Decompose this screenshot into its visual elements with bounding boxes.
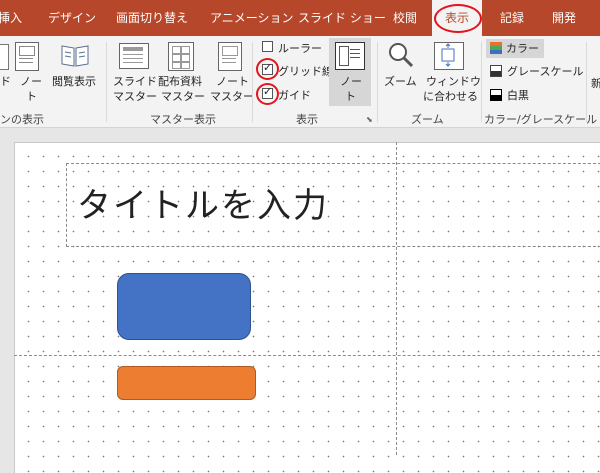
ribbon-separator — [586, 42, 587, 122]
tab-view[interactable]: 表示 — [432, 0, 482, 36]
ribbon-separator — [106, 42, 107, 122]
fit-window-label: ウィンドウ — [426, 75, 481, 88]
notes-master-label-2: マスター — [210, 90, 254, 103]
color-button[interactable]: カラー — [486, 39, 544, 58]
notes-button-label: ノー — [340, 75, 362, 88]
fit-window-icon[interactable] — [434, 42, 464, 70]
ribbon-tab-bar: 挿入 デザイン 画面切り替え アニメーション スライド ショー 校閲 表示 記録… — [0, 0, 600, 36]
grayscale-label: グレースケール — [507, 65, 584, 78]
reading-view-label: 閲覧表示 — [52, 75, 96, 88]
grayscale-swatch-icon — [490, 65, 502, 77]
slide-master-label: スライド — [113, 75, 157, 88]
normal-view-icon[interactable] — [0, 44, 9, 70]
tab-record[interactable]: 記録 — [500, 0, 524, 36]
notes-page-label: ノー — [20, 75, 42, 88]
handout-master-label-2: マスター — [161, 90, 205, 103]
dialog-launcher-icon[interactable]: ⬊ — [366, 115, 373, 124]
handout-master-icon[interactable] — [168, 42, 194, 71]
group-label-presentation-views: ンの表示 — [0, 113, 44, 126]
grayscale-button[interactable]: グレースケール — [486, 62, 586, 82]
gridlines-label: グリッド線 — [278, 65, 333, 78]
partial-new-window-label: 新 — [591, 77, 600, 90]
zoom-label: ズーム — [384, 75, 417, 88]
handout-master-label: 配布資料 — [158, 75, 202, 88]
black-white-button[interactable]: 白黒 — [486, 86, 546, 106]
color-swatch-icon — [490, 42, 502, 54]
notes-page-icon[interactable] — [15, 42, 39, 71]
group-label-color: カラー/グレースケール — [484, 113, 598, 126]
notes-toggle-button[interactable]: ノー ト — [329, 38, 371, 106]
title-placeholder[interactable]: タイトルを入力 — [66, 163, 600, 247]
gridlines-checkbox[interactable] — [262, 61, 273, 75]
ribbon-separator — [377, 42, 378, 122]
fit-window-label-2: に合わせる — [423, 90, 478, 103]
guides-checkbox[interactable] — [262, 85, 273, 99]
black-white-swatch-icon — [490, 89, 502, 101]
guides-label: ガイド — [278, 89, 311, 102]
notes-page-label-2: ト — [26, 90, 37, 103]
orange-rounded-rectangle[interactable] — [117, 366, 256, 400]
ruler-label: ルーラー — [278, 42, 322, 55]
title-placeholder-text: タイトルを入力 — [77, 186, 329, 226]
ruler-checkbox[interactable] — [262, 41, 273, 52]
group-label-master-views: マスター表示 — [150, 113, 216, 126]
zoom-icon[interactable] — [386, 40, 416, 70]
tab-design[interactable]: デザイン — [48, 0, 96, 36]
tab-developer[interactable]: 開発 — [552, 0, 576, 36]
group-label-zoom: ズーム — [411, 113, 444, 126]
color-label: カラー — [506, 42, 539, 55]
slide-master-label-2: マスター — [113, 90, 157, 103]
tab-transitions[interactable]: 画面切り替え — [116, 0, 188, 36]
tab-animations[interactable]: アニメーション — [210, 0, 294, 36]
notes-master-icon[interactable] — [218, 42, 242, 71]
slide-master-icon[interactable] — [119, 43, 149, 69]
horizontal-guide[interactable] — [14, 355, 600, 356]
group-label-show: 表示 — [296, 113, 318, 126]
notes-master-label: ノート — [216, 75, 249, 88]
ribbon-separator — [481, 42, 482, 122]
tab-slideshow[interactable]: スライド ショー — [298, 0, 386, 36]
tab-insert[interactable]: 挿入 — [0, 0, 26, 36]
reading-view-icon[interactable] — [60, 42, 90, 68]
tab-review[interactable]: 校閲 — [393, 0, 417, 36]
blue-rounded-rectangle[interactable] — [117, 273, 251, 340]
ribbon-separator — [252, 42, 253, 122]
notes-button-label-2: ト — [345, 90, 356, 103]
black-white-label: 白黒 — [507, 89, 529, 102]
partial-view-label: ド — [0, 75, 11, 88]
